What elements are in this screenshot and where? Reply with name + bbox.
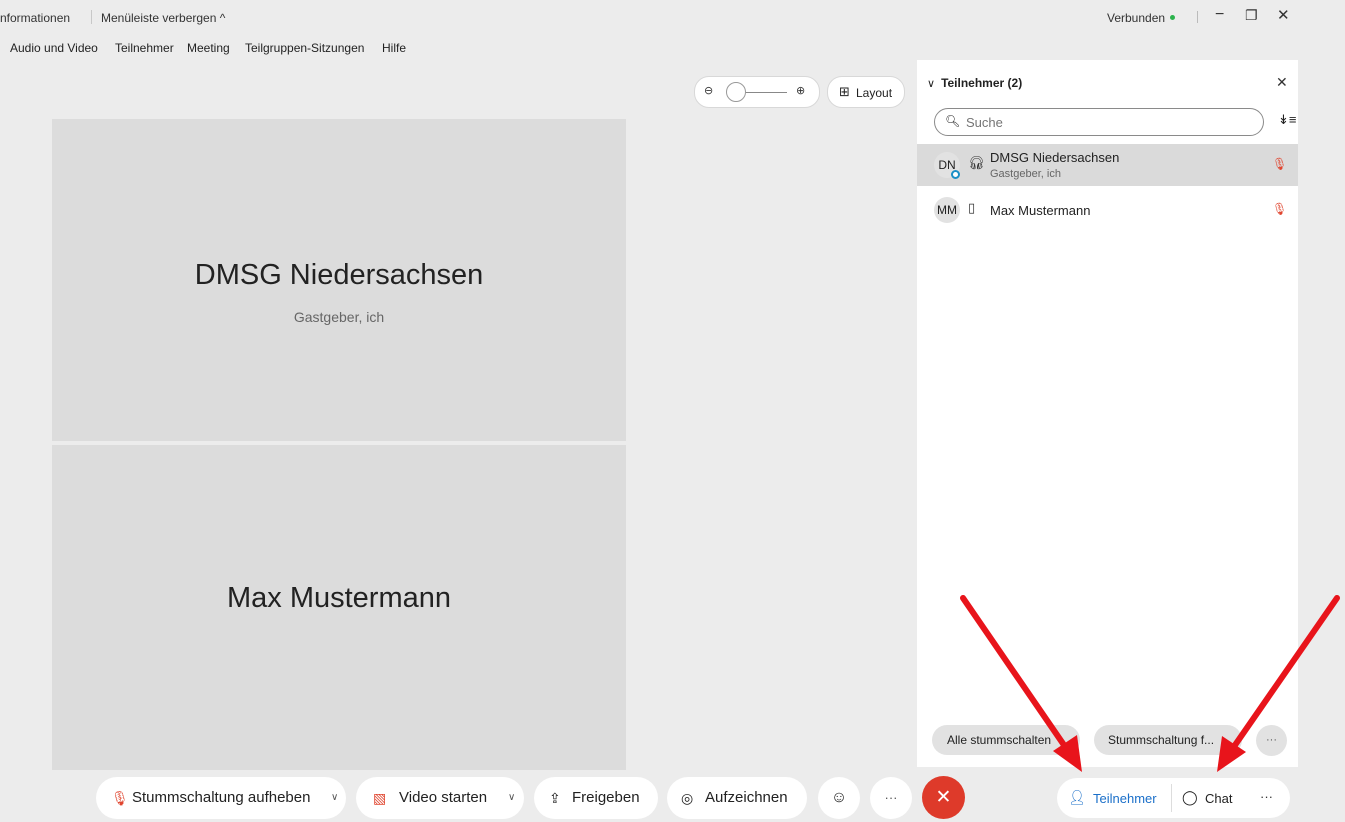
chat-toggle-button[interactable]: Chat [1205,791,1232,806]
panel-toggle-group: 👤︎ Teilnehmer ◯ Chat ··· [1057,778,1290,818]
participant-search: 🔍︎ [934,108,1264,136]
unmute-button[interactable]: 🎙︎ Stummschaltung aufheben ∨ [96,777,346,819]
headset-icon: 🎧︎ [968,155,985,170]
muted-mic-icon[interactable]: 🎙︎ [1272,157,1287,171]
video-tile-max[interactable]: Max Mustermann [52,445,626,770]
record-button-label: Aufzeichnen [705,789,788,806]
start-video-button[interactable]: ▧ Video starten ∨ [356,777,524,819]
participants-panel-header[interactable]: ∨ Teilnehmer (2) [927,76,1022,90]
video-tile-dmsg[interactable]: DMSG Niedersachsen Gastgeber, ich [52,119,626,441]
record-icon: ◎ [681,790,694,806]
menu-help[interactable]: Hilfe [382,41,406,55]
title-bar-divider [91,10,92,24]
muted-mic-icon[interactable]: 🎙︎ [1272,202,1287,216]
zoom-control: ⊖ ⊕ [694,76,820,108]
title-bar: nformationen Menüleiste verbergen ^ Verb… [0,0,1300,32]
muted-mic-icon: 🎙︎ [111,790,129,806]
zoom-in-icon[interactable]: ⊕ [796,84,805,97]
chat-icon[interactable]: ◯ [1182,789,1198,806]
connection-status: Verbunden [1107,11,1166,25]
hide-menu-bar-toggle[interactable]: Menüleiste verbergen ^ [101,11,225,25]
close-panel-icon[interactable]: ✕ [1276,74,1288,91]
share-button-label: Freigeben [572,789,640,806]
grid-layout-icon: ⊞ [839,84,850,99]
record-button[interactable]: ◎ Aufzeichnen [667,777,807,819]
side-more-button[interactable]: ··· [1260,789,1273,804]
participants-panel-title: Teilnehmer (2) [941,76,1023,90]
participants-icon[interactable]: 👤︎ [1068,789,1086,806]
zoom-out-icon[interactable]: ⊖ [704,84,713,97]
emoji-icon: ☺ [830,789,848,806]
search-icon: 🔍︎ [945,114,961,128]
participant-role: Gastgeber, ich [990,168,1061,180]
menu-breakout-sessions[interactable]: Teilgruppen-Sitzungen [245,41,364,55]
close-window-icon[interactable]: ✕ [1277,6,1290,24]
participant-name: Max Mustermann [990,203,1091,218]
menu-participants[interactable]: Teilnehmer [115,41,174,55]
presence-icon [951,170,960,179]
participants-panel: ∨ Teilnehmer (2) ✕ 🔍︎ ↡≡ DN 🎧︎ DMSG Niede… [917,60,1298,767]
toggle-divider [1171,784,1172,812]
phone-icon: ▯ [968,200,976,215]
minimize-icon[interactable]: − [1215,6,1224,24]
mute-all-button[interactable]: Alle stummschalten [932,725,1080,755]
participant-row[interactable]: DN 🎧︎ DMSG Niedersachsen Gastgeber, ich … [917,144,1298,186]
tile-name: DMSG Niedersachsen [194,259,484,291]
restore-icon[interactable]: ❐ [1245,7,1258,24]
layout-button-label: Layout [856,86,893,100]
avatar: MM [934,197,960,223]
menu-bar: Audio und Video Teilnehmer Meeting Teilg… [0,32,1300,60]
meeting-info-menu[interactable]: nformationen [0,11,70,25]
video-stage: ⊖ ⊕ ⊞ Layout DMSG Niedersachsen Gastgebe… [0,60,915,770]
unmute-all-button[interactable]: Stummschaltung f... [1094,725,1242,755]
reactions-button[interactable]: ☺ [818,777,860,819]
participant-row[interactable]: MM ▯ Max Mustermann 🎙︎ [917,189,1298,231]
panel-more-button[interactable]: ··· [1256,725,1287,756]
chevron-down-icon: ∨ [927,78,936,90]
connection-status-dot [1170,15,1175,20]
chevron-down-icon[interactable]: ∨ [331,777,338,819]
window-controls-divider [1197,11,1198,23]
tile-name: Max Mustermann [226,582,451,614]
participant-name: DMSG Niedersachsen [990,150,1120,165]
end-call-button[interactable]: ✕ [922,776,965,819]
chevron-down-icon[interactable]: ∨ [508,777,515,819]
menu-meeting[interactable]: Meeting [187,41,230,55]
menu-audio-video[interactable]: Audio und Video [10,41,98,55]
start-video-label: Video starten [399,789,488,806]
more-options-button[interactable]: ··· [870,777,912,819]
tile-role: Gastgeber, ich [293,309,385,325]
video-off-icon: ▧ [373,790,387,806]
sort-icon[interactable]: ↡≡ [1278,112,1296,128]
share-icon: ⇪ [549,790,561,806]
share-button[interactable]: ⇪ Freigeben [534,777,658,819]
layout-button[interactable]: ⊞ Layout [827,76,905,108]
zoom-slider-handle[interactable] [726,82,746,102]
participants-toggle-button[interactable]: Teilnehmer [1093,791,1157,806]
unmute-button-label: Stummschaltung aufheben [132,789,311,806]
search-input[interactable] [964,113,1258,131]
